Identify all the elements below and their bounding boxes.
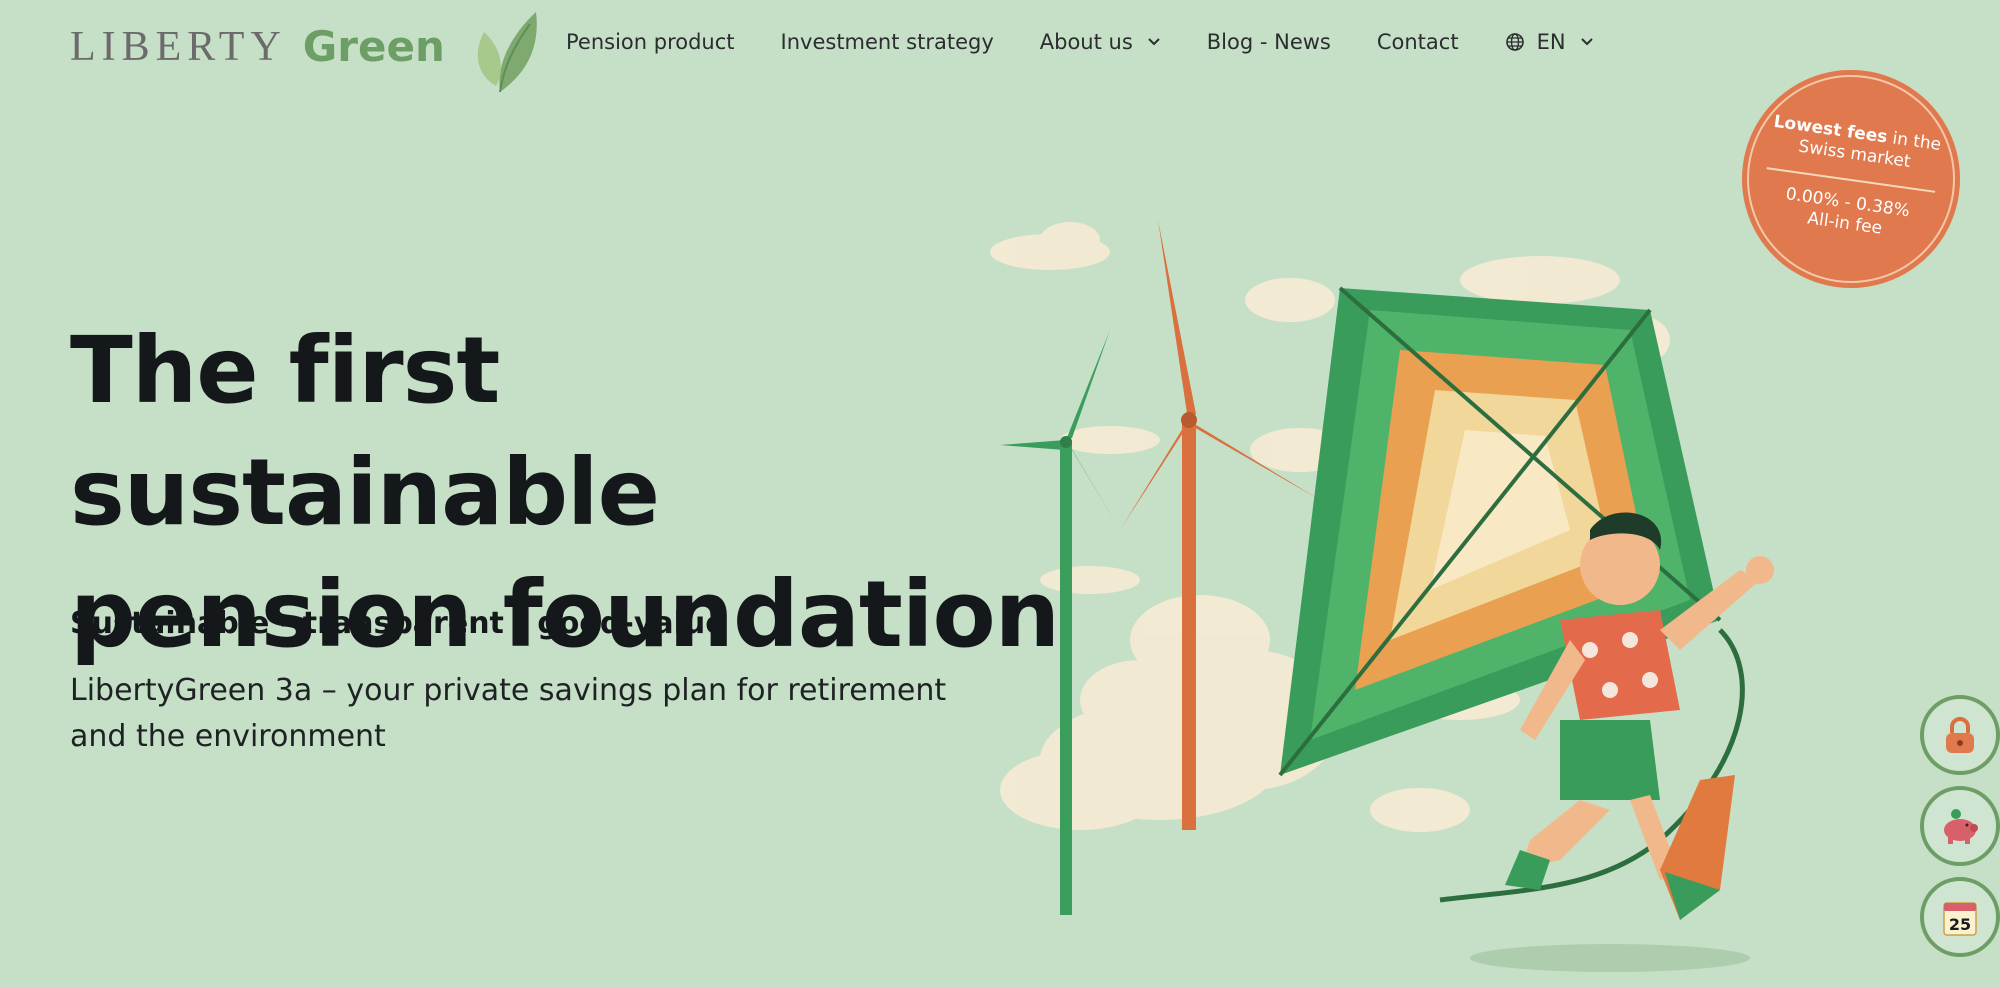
nav-label: Investment strategy (780, 30, 994, 54)
nav-label: Contact (1376, 30, 1459, 54)
nav-label: Blog - News (1206, 30, 1331, 54)
hero-headline-line1: The first sustainable (70, 317, 660, 546)
language-selector[interactable]: EN (1505, 30, 1594, 54)
language-label: EN (1536, 30, 1566, 54)
logo-text-green: Green (302, 22, 445, 71)
nav-label: About us (1039, 30, 1133, 54)
nav-contact[interactable]: Contact (1377, 30, 1459, 54)
hero-subhead: Sustainable - transparent - good-value (70, 606, 726, 641)
calendar-icon: 25 (1943, 902, 1977, 936)
brand-logo[interactable]: LIBERTY Green (70, 12, 537, 93)
lock-icon (1946, 717, 1974, 753)
nav-pension-product[interactable]: Pension product (566, 30, 735, 54)
side-button-piggy-bank[interactable] (1920, 786, 2000, 866)
side-button-calendar[interactable]: 25 (1920, 877, 2000, 957)
hero-illustration (990, 220, 1774, 972)
nav-blog-news[interactable]: Blog - News (1207, 30, 1331, 54)
piggy-bank-icon (1944, 809, 1978, 844)
nav-investment-strategy[interactable]: Investment strategy (781, 30, 994, 54)
logo-text-liberty: LIBERTY (70, 23, 287, 70)
globe-icon (1505, 33, 1524, 51)
side-button-lock[interactable] (1920, 695, 2000, 775)
chevron-down-icon (1148, 38, 1160, 46)
main-nav: Pension product Investment strategy Abou… (566, 30, 1640, 54)
hero-description: LibertyGreen 3a – your private savings p… (70, 673, 947, 754)
leaf-logo-icon (477, 12, 537, 93)
calendar-day-text: 25 (1949, 915, 1971, 934)
chevron-down-icon (1580, 38, 1593, 46)
nav-label: Pension product (566, 30, 735, 54)
nav-about-us[interactable]: About us (1040, 30, 1161, 54)
